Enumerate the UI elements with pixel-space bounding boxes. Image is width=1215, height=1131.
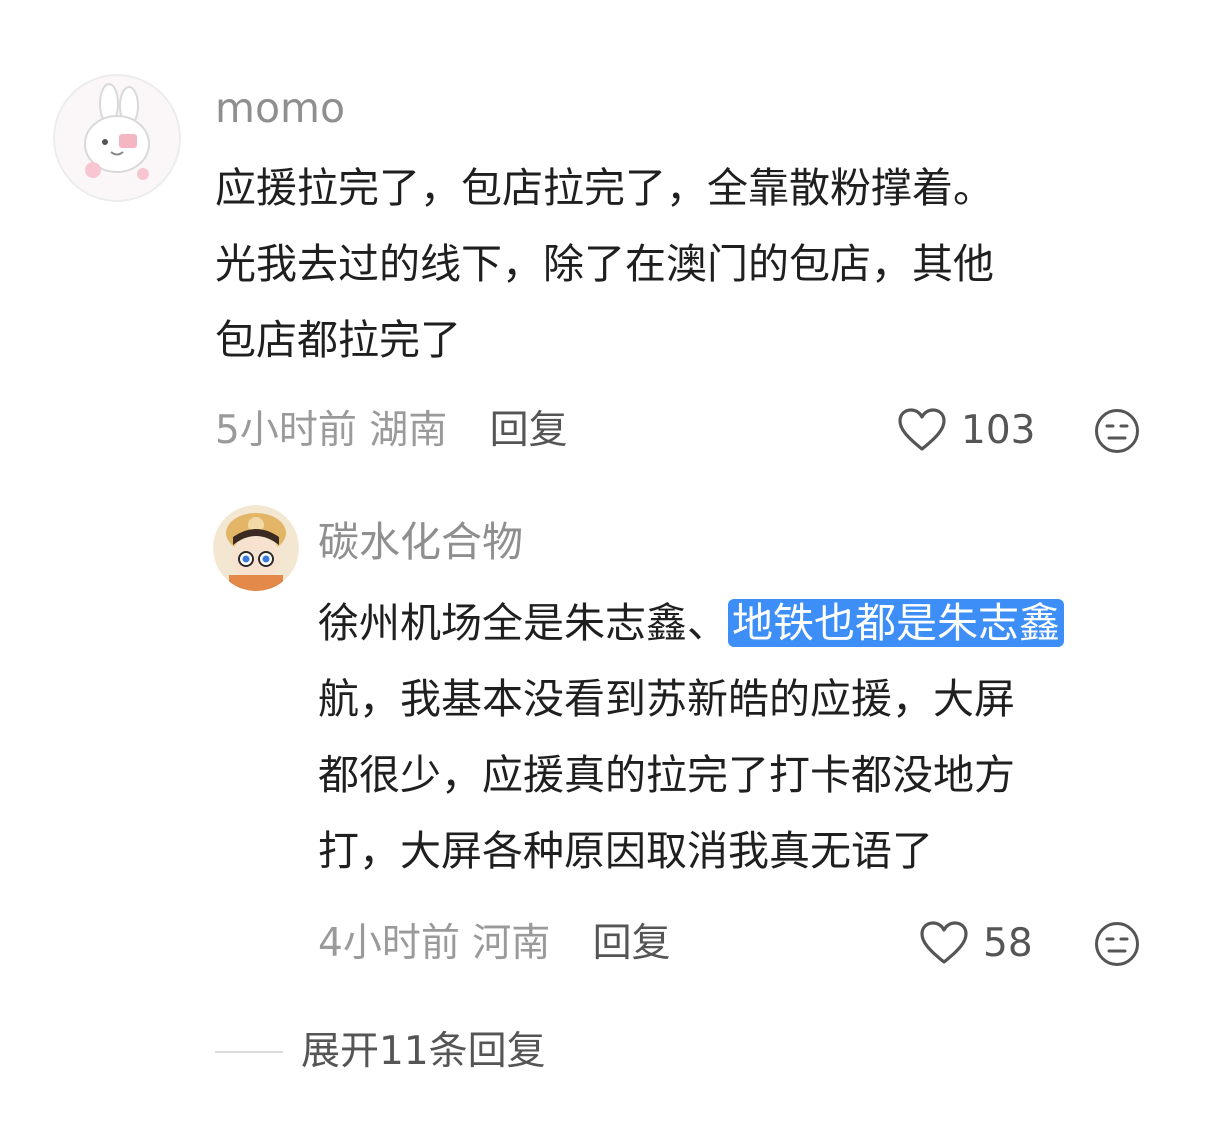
avatar[interactable]	[53, 74, 181, 202]
expand-replies-button[interactable]: 展开11条回复	[215, 1032, 546, 1071]
comment-text-line: 包店都拉完了	[215, 316, 461, 364]
comment-meta: 5小时前 湖南 回复	[215, 411, 568, 450]
reply-text-line: 都很少，应援真的拉完了打卡都没地方	[318, 751, 1015, 799]
reply-username[interactable]: 碳水化合物	[318, 522, 523, 563]
reply-text-line: 徐州机场全是朱志鑫、地铁也都是朱志鑫	[318, 585, 1064, 661]
dislike-button[interactable]	[1094, 408, 1140, 454]
reply-text: 徐州机场全是朱志鑫、地铁也都是朱志鑫 航，我基本没看到苏新皓的应援，大屏 都很少…	[318, 585, 1064, 889]
comment-text-line: 光我去过的线下，除了在澳门的包店，其他	[215, 240, 994, 288]
expand-replies-label: 展开11条回复	[301, 1029, 546, 1074]
meh-face-icon	[1095, 409, 1139, 453]
reply-button[interactable]: 回复	[490, 408, 568, 453]
comment-text: 应援拉完了，包店拉完了，全靠散粉撑着。 光我去过的线下，除了在澳门的包店，其他 …	[215, 150, 994, 378]
divider-line	[215, 1050, 283, 1053]
comment-username[interactable]: momo	[215, 88, 345, 129]
dislike-button[interactable]	[1094, 921, 1140, 967]
like-count: 58	[983, 920, 1033, 966]
like-count: 103	[961, 407, 1036, 453]
reply-button[interactable]: 回复	[593, 921, 671, 966]
comment-text-line: 应援拉完了，包店拉完了，全靠散粉撑着。	[215, 164, 994, 212]
comment-time: 5小时前	[215, 408, 357, 453]
meh-face-icon	[1095, 922, 1139, 966]
reply-location: 河南	[472, 921, 551, 966]
like-button[interactable]: 103	[897, 407, 1035, 453]
like-button[interactable]: 58	[919, 920, 1033, 966]
reply-time: 4小时前	[318, 921, 460, 966]
reply-text-segment: 徐州机场全是朱志鑫、	[318, 599, 728, 647]
reply-text-line: 打，大屏各种原因取消我真无语了	[318, 827, 933, 875]
heart-outline-icon	[898, 408, 946, 451]
reply-text-line: 航，我基本没看到苏新皓的应援，大屏	[318, 675, 1015, 723]
heart-outline-icon	[920, 921, 968, 964]
avatar[interactable]	[213, 505, 299, 591]
comment-location: 湖南	[369, 408, 448, 453]
reply-meta: 4小时前 河南 回复	[318, 924, 671, 963]
selected-text-highlight[interactable]: 地铁也都是朱志鑫	[728, 599, 1064, 647]
